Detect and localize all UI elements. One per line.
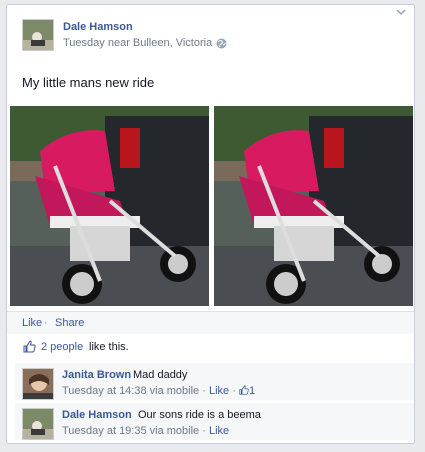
author-name[interactable]: Dale Hamson xyxy=(63,21,133,33)
commenter-avatar[interactable] xyxy=(22,368,54,400)
comment-like-count[interactable]: 1 xyxy=(249,385,255,397)
likes-suffix: like this. xyxy=(89,341,129,353)
like-button[interactable]: Like xyxy=(22,317,42,329)
comment-text: Our sons ride is a beema xyxy=(138,409,261,421)
comment-meta: Tuesday at 19:35 via mobile · Like xyxy=(62,425,229,437)
comment-author[interactable]: Dale Hamson xyxy=(62,409,132,421)
likes-summary: 2 people like this. xyxy=(15,338,414,358)
comment-like-button[interactable]: Like xyxy=(209,425,229,437)
meta-separator: · xyxy=(199,385,209,397)
photo-2[interactable] xyxy=(214,106,413,306)
likes-count-link[interactable]: 2 people xyxy=(41,341,83,353)
commenter-avatar[interactable] xyxy=(22,408,54,440)
post-date[interactable]: Tuesday near Bulleen, Victoria xyxy=(63,37,212,49)
comment-meta: Tuesday at 14:38 via mobile · Like · 1 xyxy=(62,385,255,397)
post-text: My little mans new ride xyxy=(22,75,155,90)
photo-grid xyxy=(10,106,413,306)
comment-like-button[interactable]: Like xyxy=(209,385,229,397)
post-card: Dale Hamson Tuesday near Bulleen, Victor… xyxy=(6,4,415,444)
meta-separator: · xyxy=(229,385,239,397)
thumbs-up-icon xyxy=(23,340,36,353)
action-separator: · xyxy=(44,317,48,329)
comment-author[interactable]: Janita Brown xyxy=(62,369,131,381)
chevron-down-icon[interactable] xyxy=(396,9,406,15)
comment-time[interactable]: Tuesday at 14:38 via mobile xyxy=(62,385,199,397)
author-avatar[interactable] xyxy=(22,19,54,51)
comment-time[interactable]: Tuesday at 19:35 via mobile xyxy=(62,425,199,437)
comment-item: Janita Brown Mad daddy Tuesday at 14:38 … xyxy=(15,363,414,400)
meta-separator: · xyxy=(199,425,209,437)
post-header: Dale Hamson Tuesday near Bulleen, Victor… xyxy=(22,19,402,53)
photo-1[interactable] xyxy=(10,106,209,306)
comment-text: Mad daddy xyxy=(133,369,188,381)
share-button[interactable]: Share xyxy=(55,317,84,329)
post-actions: Like · Share xyxy=(7,311,414,334)
post-meta: Tuesday near Bulleen, Victoria xyxy=(63,37,227,49)
comment-item: Dale Hamson Our sons ride is a beema Tue… xyxy=(15,403,414,440)
globe-icon xyxy=(216,38,227,48)
thumbs-up-icon xyxy=(239,385,249,395)
